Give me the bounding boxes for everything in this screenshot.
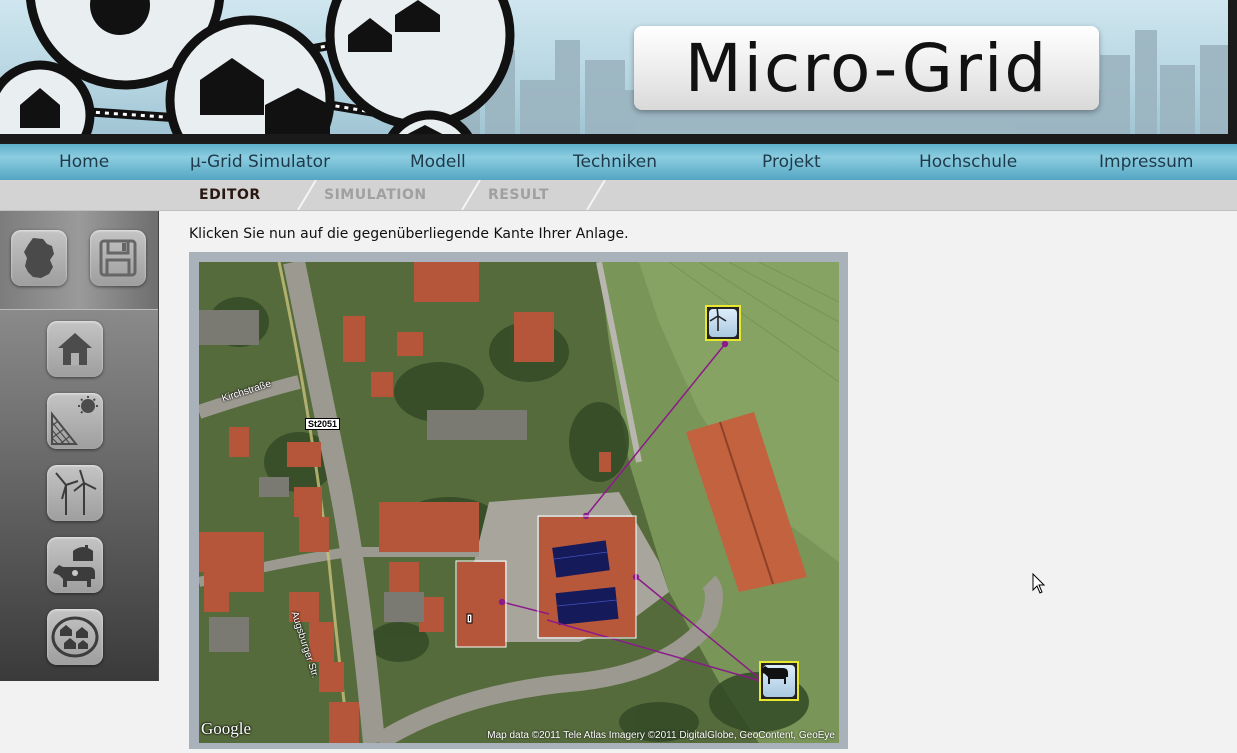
wind-turbine-node[interactable]	[705, 305, 741, 341]
google-logo[interactable]: Google	[201, 719, 251, 739]
wind-turbine-icon	[709, 307, 727, 331]
tab-editor[interactable]: EDITOR	[199, 187, 261, 203]
header-banner: Micro-Grid	[0, 0, 1237, 142]
map-attribution: Map data ©2011 Tele Atlas Imagery ©2011 …	[487, 730, 835, 741]
logo-box: Micro-Grid	[634, 26, 1099, 110]
biogas-cow-icon	[53, 545, 95, 587]
tab-separator	[461, 180, 481, 210]
wind-tool-button[interactable]	[47, 465, 103, 521]
logo-text: Micro-Grid	[684, 29, 1049, 107]
solar-tool-button[interactable]	[47, 393, 103, 449]
road-number-badge: St2051	[305, 418, 341, 430]
nav-projekt[interactable]: Projekt	[762, 152, 821, 172]
cow-icon	[761, 666, 788, 684]
save-icon	[99, 239, 137, 277]
nav-techniken[interactable]: Techniken	[573, 152, 657, 172]
main-nav: Home μ-Grid Simulator Modell Techniken P…	[0, 142, 1237, 182]
map-imagery	[199, 262, 839, 743]
save-button[interactable]	[90, 230, 146, 286]
satellite-map[interactable]: Kirchstraße Augsburger Str. St2051 Googl…	[199, 262, 839, 743]
tab-simulation[interactable]: SIMULATION	[324, 187, 427, 203]
sidebar-tools-section	[0, 310, 158, 681]
nav-modell[interactable]: Modell	[410, 152, 466, 172]
tab-separator	[297, 180, 317, 210]
instruction-text: Klicken Sie nun auf die gegenüberliegend…	[189, 226, 629, 242]
germany-map-button[interactable]	[11, 230, 67, 286]
house-tool-button[interactable]	[47, 321, 103, 377]
nav-impressum[interactable]: Impressum	[1099, 152, 1194, 172]
microgrid-tool-button[interactable]	[47, 609, 103, 665]
solar-panel-icon	[51, 396, 98, 445]
nav-hochschule[interactable]: Hochschule	[919, 152, 1017, 172]
house-icon	[58, 333, 92, 365]
wind-turbine-icon	[55, 469, 97, 515]
germany-map-icon	[24, 238, 54, 278]
nav-home[interactable]: Home	[59, 152, 109, 172]
sidebar-top-section	[0, 211, 158, 310]
microgrid-group-icon	[51, 616, 99, 658]
nav-grid-simulator[interactable]: μ-Grid Simulator	[190, 152, 330, 172]
biogas-tool-button[interactable]	[47, 537, 103, 593]
tab-result[interactable]: RESULT	[488, 187, 549, 203]
mouse-cursor-icon	[1032, 573, 1046, 594]
tab-separator	[586, 180, 606, 210]
step-tabs: EDITOR SIMULATION RESULT	[0, 180, 1237, 211]
biogas-cow-node[interactable]	[759, 661, 799, 701]
tool-sidebar	[0, 211, 159, 681]
